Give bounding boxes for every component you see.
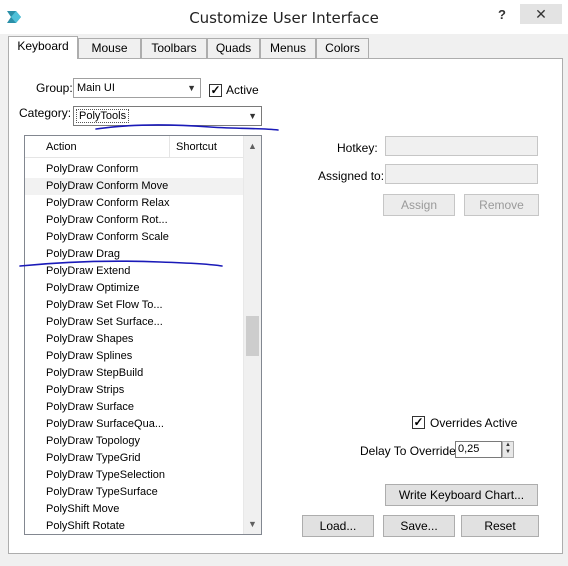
list-item[interactable]: PolyDraw StepBuild bbox=[25, 365, 243, 382]
list-scrollbar[interactable]: ▲ ▼ bbox=[243, 136, 261, 534]
active-label: Active bbox=[226, 83, 259, 97]
list-item[interactable]: PolyDraw TypeGrid bbox=[25, 450, 243, 467]
list-item[interactable]: PolyDraw Set Surface... bbox=[25, 314, 243, 331]
hotkey-label: Hotkey: bbox=[337, 141, 378, 155]
category-label: Category: bbox=[19, 106, 72, 120]
list-item[interactable]: PolyDraw Conform Rot... bbox=[25, 212, 243, 229]
list-item[interactable]: PolyDraw Conform bbox=[25, 161, 243, 178]
list-item[interactable]: PolyDraw Strips bbox=[25, 382, 243, 399]
scroll-thumb[interactable] bbox=[246, 316, 259, 356]
list-item[interactable]: PolyDraw Surface bbox=[25, 399, 243, 416]
tab-toolbars[interactable]: Toolbars bbox=[141, 38, 207, 58]
category-dropdown[interactable]: PolyTools ▼ bbox=[73, 106, 262, 126]
overrides-active-label: Overrides Active bbox=[430, 416, 518, 430]
assigned-to-field bbox=[385, 164, 538, 184]
scroll-up-icon[interactable]: ▲ bbox=[244, 138, 261, 154]
delay-override-spinner[interactable]: ▲ ▼ bbox=[502, 441, 514, 458]
remove-button[interactable]: Remove bbox=[464, 194, 539, 216]
delay-override-label: Delay To Override: bbox=[360, 444, 460, 458]
action-rows: PolyDraw Conform PolyDraw Conform Move Pol… bbox=[25, 161, 243, 534]
chevron-down-icon: ▼ bbox=[248, 111, 257, 121]
delay-override-input[interactable]: 0,25 bbox=[455, 441, 502, 458]
load-button[interactable]: Load... bbox=[302, 515, 374, 537]
action-list[interactable]: Action Shortcut PolyDraw Conform PolyDraw… bbox=[24, 135, 262, 535]
active-checkbox[interactable]: ✓ bbox=[209, 84, 222, 97]
save-button[interactable]: Save... bbox=[383, 515, 455, 537]
list-item[interactable]: PolyShift Move bbox=[25, 501, 243, 518]
spin-up-icon[interactable]: ▲ bbox=[503, 442, 513, 449]
column-header-action[interactable]: Action bbox=[25, 136, 170, 158]
tab-menus[interactable]: Menus bbox=[260, 38, 316, 58]
list-item[interactable]: PolyShift Rotate bbox=[25, 518, 243, 534]
list-item[interactable]: PolyDraw Set Flow To... bbox=[25, 297, 243, 314]
tab-colors[interactable]: Colors bbox=[316, 38, 369, 58]
spin-down-icon[interactable]: ▼ bbox=[503, 449, 513, 456]
list-item[interactable]: PolyDraw TypeSelection bbox=[25, 467, 243, 484]
assigned-to-label: Assigned to: bbox=[318, 169, 385, 183]
list-item[interactable]: PolyDraw Conform Scale bbox=[25, 229, 243, 246]
list-item[interactable]: PolyDraw Extend bbox=[25, 263, 243, 280]
close-button[interactable]: ✕ bbox=[520, 4, 562, 24]
tab-keyboard[interactable]: Keyboard bbox=[8, 36, 78, 59]
window-title: Customize User Interface bbox=[189, 9, 379, 27]
list-item[interactable]: PolyDraw Topology bbox=[25, 433, 243, 450]
chevron-down-icon: ▼ bbox=[187, 83, 196, 93]
list-item[interactable]: PolyDraw Conform Move bbox=[25, 178, 243, 195]
list-item[interactable]: PolyDraw TypeSurface bbox=[25, 484, 243, 501]
column-header-shortcut[interactable]: Shortcut bbox=[171, 136, 243, 158]
close-icon: ✕ bbox=[535, 6, 547, 22]
reset-button[interactable]: Reset bbox=[461, 515, 539, 537]
category-value: PolyTools bbox=[75, 109, 130, 123]
help-button[interactable]: ? bbox=[492, 4, 512, 26]
list-item[interactable]: PolyDraw Optimize bbox=[25, 280, 243, 297]
tab-quads[interactable]: Quads bbox=[207, 38, 260, 58]
list-header: Action Shortcut bbox=[25, 136, 243, 158]
list-item[interactable]: PolyDraw SurfaceQua... bbox=[25, 416, 243, 433]
group-dropdown[interactable]: Main UI ▼ bbox=[73, 78, 201, 98]
tab-mouse[interactable]: Mouse bbox=[78, 38, 141, 58]
group-value: Main UI bbox=[77, 82, 115, 94]
list-item[interactable]: PolyDraw Conform Relax bbox=[25, 195, 243, 212]
group-label: Group: bbox=[36, 81, 73, 95]
customize-ui-dialog: Customize User Interface ? ✕ Keyboard Mo… bbox=[0, 0, 568, 566]
title-bar: Customize User Interface ? ✕ bbox=[0, 0, 568, 34]
list-item[interactable]: PolyDraw Splines bbox=[25, 348, 243, 365]
list-item[interactable]: PolyDraw Drag bbox=[25, 246, 243, 263]
scroll-down-icon[interactable]: ▼ bbox=[244, 516, 261, 532]
overrides-active-checkbox[interactable]: ✓ bbox=[412, 416, 425, 429]
hotkey-field[interactable] bbox=[385, 136, 538, 156]
list-item[interactable]: PolyDraw Shapes bbox=[25, 331, 243, 348]
write-keyboard-chart-button[interactable]: Write Keyboard Chart... bbox=[385, 484, 538, 506]
assign-button[interactable]: Assign bbox=[383, 194, 455, 216]
